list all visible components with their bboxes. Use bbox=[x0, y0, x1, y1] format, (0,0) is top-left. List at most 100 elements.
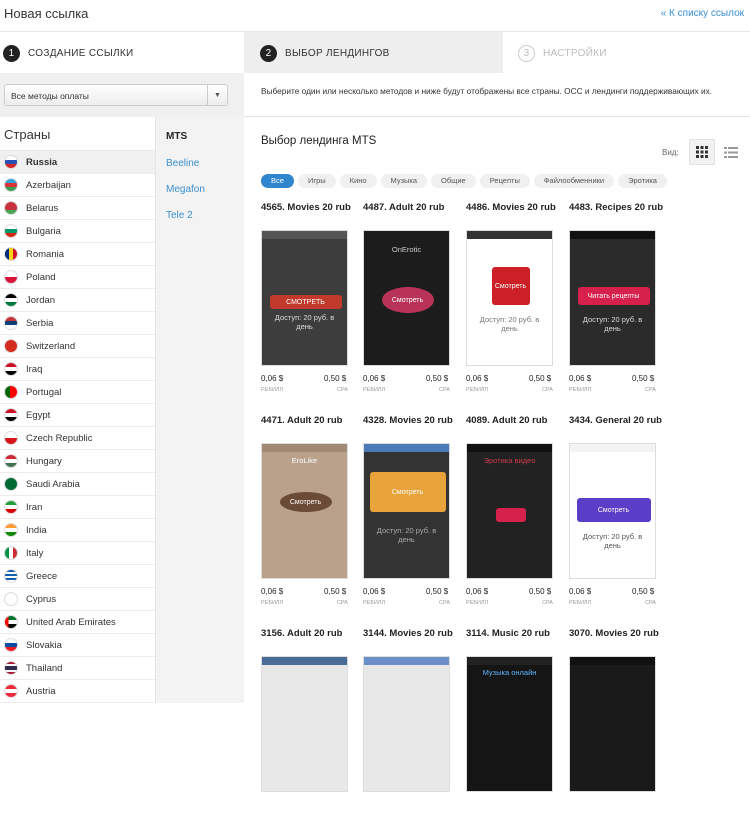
country-label: Iran bbox=[26, 501, 43, 513]
country-item[interactable]: Poland bbox=[0, 266, 155, 289]
rebill-price: 0,06 $ bbox=[363, 587, 386, 596]
country-label: Thailand bbox=[26, 662, 63, 674]
tag-recipes[interactable]: Рецепты bbox=[479, 174, 530, 188]
landing-card[interactable]: 4565. Movies 20 rub Доступ: 20 руб. в ден… bbox=[261, 202, 353, 402]
country-item[interactable]: Thailand bbox=[0, 657, 155, 680]
country-item[interactable]: United Arab Emirates bbox=[0, 611, 155, 634]
country-item[interactable]: Russia bbox=[0, 151, 155, 174]
country-label: Czech Republic bbox=[26, 432, 93, 444]
landing-preview[interactable] bbox=[569, 656, 656, 792]
landing-card[interactable]: 4487. Adult 20 rub OnErotic Смотреть 0,06 $… bbox=[363, 202, 455, 402]
preview-text: Доступ: 20 руб. в день bbox=[582, 532, 643, 550]
payment-method-select[interactable]: Все методы оплаты ▼ bbox=[4, 84, 228, 106]
country-label: Cyprus bbox=[26, 593, 57, 605]
landing-card[interactable]: 4486. Movies 20 rub Доступ: 20 руб. в ден… bbox=[466, 202, 558, 402]
rebill-price: 0,06 $ bbox=[466, 374, 489, 383]
country-item[interactable]: Iraq bbox=[0, 358, 155, 381]
preview-text: Музыка онлайн bbox=[482, 668, 537, 677]
landing-preview[interactable]: Музыка онлайн bbox=[466, 656, 553, 792]
country-item[interactable]: Italy bbox=[0, 542, 155, 565]
country-label: Portugal bbox=[26, 386, 62, 398]
landing-preview[interactable]: Доступ: 20 руб. в день СМОТРЕТЬ bbox=[261, 230, 348, 366]
country-item[interactable]: Greece bbox=[0, 565, 155, 588]
country-item[interactable]: Iran bbox=[0, 496, 155, 519]
flag-icon bbox=[4, 385, 18, 399]
country-item[interactable]: Serbia bbox=[0, 312, 155, 335]
country-list: Russia Azerbaijan Belarus Bulgaria Romania Po… bbox=[0, 151, 155, 703]
country-item[interactable]: India bbox=[0, 519, 155, 542]
country-item[interactable]: Saudi Arabia bbox=[0, 473, 155, 496]
country-item[interactable]: Cyprus bbox=[0, 588, 155, 611]
landing-preview[interactable]: Доступ: 20 руб. в день Смотреть bbox=[466, 230, 553, 366]
country-label: Slovakia bbox=[26, 639, 62, 651]
landing-card[interactable]: 3114. Music 20 rub Музыка онлайн bbox=[466, 628, 558, 828]
step-create-link[interactable]: 1 СОЗДАНИЕ ССЫЛКИ bbox=[0, 32, 244, 74]
tag-general[interactable]: Общие bbox=[431, 174, 476, 188]
rebill-price: 0,06 $ bbox=[569, 587, 592, 596]
landing-title: 4328. Movies 20 rub bbox=[363, 415, 453, 426]
landing-preview[interactable] bbox=[363, 656, 450, 792]
preview-button: СМОТРЕТЬ bbox=[269, 295, 342, 309]
landing-card[interactable]: 4483. Recipes 20 rub Доступ: 20 руб. в де… bbox=[569, 202, 663, 402]
operator-beeline[interactable]: Beeline bbox=[156, 149, 244, 175]
operator-mts[interactable]: MTS bbox=[156, 117, 244, 149]
landing-card[interactable]: 3070. Movies 20 rub bbox=[569, 628, 661, 828]
landing-preview[interactable]: Доступ: 20 руб. в день Смотреть bbox=[569, 443, 656, 579]
preview-header bbox=[364, 444, 449, 452]
step-settings[interactable]: 3 НАСТРОЙКИ bbox=[503, 32, 750, 74]
landing-card[interactable]: 4089. Adult 20 rub Эротика видео 0,06 $ 0,5… bbox=[466, 415, 558, 615]
landing-title: 3070. Movies 20 rub bbox=[569, 628, 659, 639]
tag-all[interactable]: Все bbox=[261, 174, 294, 188]
tag-cinema[interactable]: Кино bbox=[339, 174, 377, 188]
grid-view-button[interactable] bbox=[689, 139, 715, 165]
country-item[interactable]: Hungary bbox=[0, 450, 155, 473]
country-item[interactable]: Slovakia bbox=[0, 634, 155, 657]
back-to-links-link[interactable]: « К списку ссылок bbox=[661, 8, 744, 19]
tag-file-sharing[interactable]: Файлообменники bbox=[533, 174, 615, 188]
landing-card[interactable]: 3156. Adult 20 rub bbox=[261, 628, 353, 828]
landing-card[interactable]: 4328. Movies 20 rub Доступ: 20 руб. в ден… bbox=[363, 415, 455, 615]
cpa-label: CPA bbox=[337, 600, 348, 606]
operator-tele2[interactable]: Tele 2 bbox=[156, 201, 244, 227]
landing-preview[interactable]: Доступ: 20 руб. в день Смотреть bbox=[363, 443, 450, 579]
preview-header bbox=[467, 657, 552, 665]
hint-area: Выберите один или несколько методов и ни… bbox=[244, 73, 750, 117]
country-item[interactable]: Azerbaijan bbox=[0, 174, 155, 197]
landing-card[interactable]: 3144. Movies 20 rub bbox=[363, 628, 455, 828]
cpa-label: CPA bbox=[645, 387, 656, 393]
landings-panel: Выбор лендинга MTS Вид: Все Игры Кино Му… bbox=[244, 117, 750, 792]
landing-preview[interactable]: Эротика видео bbox=[466, 443, 553, 579]
tag-erotica[interactable]: Эротика bbox=[618, 174, 667, 188]
step-select-landings[interactable]: 2 ВЫБОР ЛЕНДИНГОВ bbox=[244, 32, 503, 74]
top-bar: Новая ссылка « К списку ссылок bbox=[0, 0, 750, 30]
landing-preview[interactable] bbox=[261, 656, 348, 792]
country-item[interactable]: Austria bbox=[0, 680, 155, 703]
country-item[interactable]: Egypt bbox=[0, 404, 155, 427]
grid-icon bbox=[696, 146, 708, 158]
list-view-button[interactable] bbox=[718, 139, 744, 165]
operator-megafon[interactable]: Megafon bbox=[156, 175, 244, 201]
landing-card[interactable]: 3434. General 20 rub Доступ: 20 руб. в де… bbox=[569, 415, 662, 615]
hint-text: Выберите один или несколько методов и ни… bbox=[261, 86, 713, 96]
country-item[interactable]: Romania bbox=[0, 243, 155, 266]
tag-games[interactable]: Игры bbox=[297, 174, 336, 188]
landing-preview[interactable]: OnErotic Смотреть bbox=[363, 230, 450, 366]
landing-preview[interactable]: EroLike Смотреть bbox=[261, 443, 348, 579]
country-item[interactable]: Bulgaria bbox=[0, 220, 155, 243]
country-item[interactable]: Switzerland bbox=[0, 335, 155, 358]
flag-icon bbox=[4, 408, 18, 422]
cpa-price: 0,50 $ bbox=[324, 374, 347, 383]
landing-preview[interactable]: Доступ: 20 руб. в день Читать рецепты bbox=[569, 230, 656, 366]
country-item[interactable]: Belarus bbox=[0, 197, 155, 220]
country-label: Romania bbox=[26, 248, 65, 260]
country-item[interactable]: Jordan bbox=[0, 289, 155, 312]
country-item[interactable]: Portugal bbox=[0, 381, 155, 404]
country-item[interactable]: Czech Republic bbox=[0, 427, 155, 450]
country-label: Russia bbox=[26, 156, 58, 168]
cpa-price: 0,50 $ bbox=[632, 374, 655, 383]
rebill-label: РЕБИЛЛ bbox=[261, 600, 284, 606]
preview-header bbox=[467, 444, 552, 452]
cpa-price: 0,50 $ bbox=[529, 587, 552, 596]
landing-card[interactable]: 4471. Adult 20 rub EroLike Смотреть 0,06 $ 0… bbox=[261, 415, 353, 615]
tag-music[interactable]: Музыка bbox=[380, 174, 428, 188]
